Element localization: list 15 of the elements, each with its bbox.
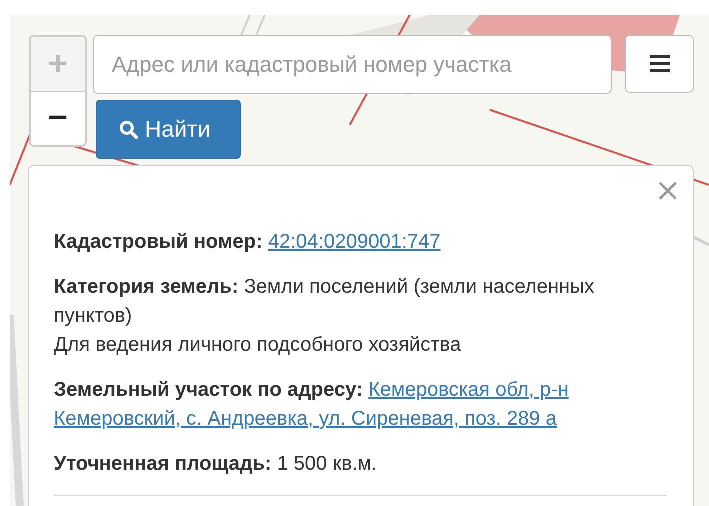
address-link[interactable]: Кемеровская обл, р-н (368, 379, 569, 401)
info-link[interactable]: 42:04:0209001:747 (268, 231, 441, 253)
info-line: Категория земель: Земли поселений (земли населенных пунктов) (54, 275, 596, 329)
search-field[interactable]: Адрес или кадастровый номер участка (93, 35, 612, 94)
info-line: Земельный участок по адресу: Кемеровская обл, р-н Кемеровский, с. Андреевка, ул. Сиреневая, поз. 289 а (54, 378, 570, 432)
close-icon[interactable] (658, 181, 678, 201)
search-icon (119, 120, 139, 140)
info-line: Уточненная площадь: 1 500 кв.м. (54, 452, 378, 477)
info-note: Для ведения личного подсобного хозяйства (54, 333, 462, 358)
zoom-out-button[interactable]: − (31, 91, 85, 145)
find-button[interactable]: Найти (96, 100, 241, 159)
info-line: Кадастровый номер: 42:04:0209001:747 (54, 230, 442, 255)
address-link[interactable]: Кемеровский, с. Андреевка, ул. Сиреневая, поз. 289 а (54, 408, 557, 430)
menu-icon (650, 55, 670, 73)
menu-button[interactable] (625, 35, 694, 93)
